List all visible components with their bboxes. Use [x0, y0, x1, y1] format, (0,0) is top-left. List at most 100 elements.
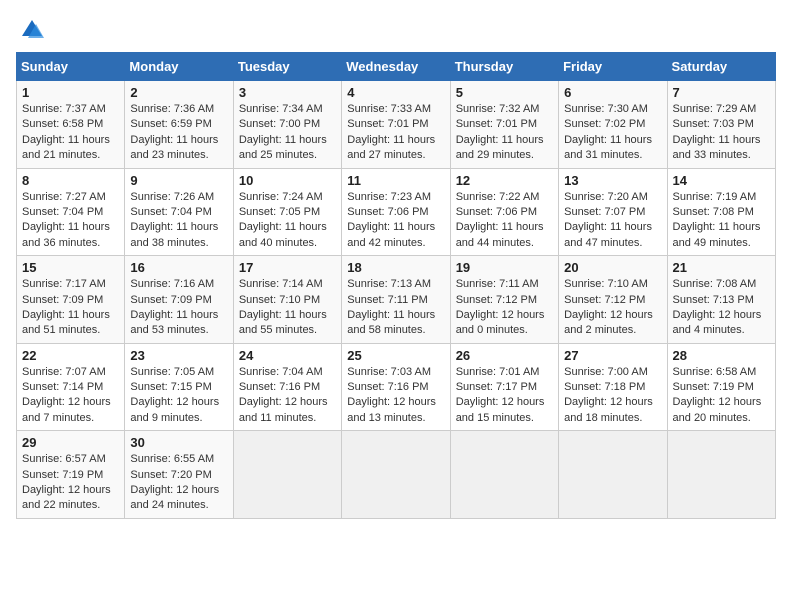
calendar-cell [233, 431, 341, 519]
calendar-cell: 13 Sunrise: 7:20 AMSunset: 7:07 PMDayligh… [559, 168, 667, 256]
day-number: 6 [564, 85, 661, 100]
calendar-cell: 5 Sunrise: 7:32 AMSunset: 7:01 PMDaylight… [450, 81, 558, 169]
day-info: Sunrise: 7:19 AMSunset: 7:08 PMDaylight:… [673, 191, 761, 249]
calendar-cell: 1 Sunrise: 7:37 AMSunset: 6:58 PMDaylight… [17, 81, 125, 169]
day-of-week-thursday: Thursday [450, 53, 558, 81]
day-info: Sunrise: 7:05 AMSunset: 7:15 PMDaylight:… [130, 366, 219, 424]
day-number: 15 [22, 260, 119, 275]
day-number: 27 [564, 348, 661, 363]
calendar-cell: 25 Sunrise: 7:03 AMSunset: 7:16 PMDayligh… [342, 343, 450, 431]
day-number: 21 [673, 260, 770, 275]
day-number: 5 [456, 85, 553, 100]
calendar-cell: 10 Sunrise: 7:24 AMSunset: 7:05 PMDayligh… [233, 168, 341, 256]
day-info: Sunrise: 6:57 AMSunset: 7:19 PMDaylight:… [22, 453, 111, 511]
calendar-cell: 17 Sunrise: 7:14 AMSunset: 7:10 PMDayligh… [233, 256, 341, 344]
calendar-cell: 14 Sunrise: 7:19 AMSunset: 7:08 PMDayligh… [667, 168, 775, 256]
day-info: Sunrise: 7:13 AMSunset: 7:11 PMDaylight:… [347, 278, 435, 336]
calendar-cell: 22 Sunrise: 7:07 AMSunset: 7:14 PMDayligh… [17, 343, 125, 431]
day-info: Sunrise: 7:17 AMSunset: 7:09 PMDaylight:… [22, 278, 110, 336]
day-of-week-tuesday: Tuesday [233, 53, 341, 81]
day-number: 7 [673, 85, 770, 100]
calendar-cell: 11Sunrise: 7:23 AMSunset: 7:06 PMDayligh… [342, 168, 450, 256]
day-info: Sunrise: 7:11 AMSunset: 7:12 PMDaylight:… [456, 278, 545, 336]
calendar-table: SundayMondayTuesdayWednesdayThursdayFrid… [16, 52, 776, 519]
logo [16, 16, 46, 44]
day-number: 1 [22, 85, 119, 100]
day-number: 3 [239, 85, 336, 100]
calendar-week-3: 15 Sunrise: 7:17 AMSunset: 7:09 PMDayligh… [17, 256, 776, 344]
day-info: Sunrise: 7:30 AMSunset: 7:02 PMDaylight:… [564, 103, 652, 161]
day-info: Sunrise: 7:36 AMSunset: 6:59 PMDaylight:… [130, 103, 218, 161]
calendar-cell: 19 Sunrise: 7:11 AMSunset: 7:12 PMDayligh… [450, 256, 558, 344]
day-number: 12 [456, 173, 553, 188]
calendar-cell: 30Sunrise: 6:55 AMSunset: 7:20 PMDayligh… [125, 431, 233, 519]
calendar-cell: 6 Sunrise: 7:30 AMSunset: 7:02 PMDaylight… [559, 81, 667, 169]
day-number: 13 [564, 173, 661, 188]
day-info: Sunrise: 7:03 AMSunset: 7:16 PMDaylight:… [347, 366, 436, 424]
days-of-week-row: SundayMondayTuesdayWednesdayThursdayFrid… [17, 53, 776, 81]
calendar-cell: 8Sunrise: 7:27 AMSunset: 7:04 PMDaylight… [17, 168, 125, 256]
calendar-cell: 24 Sunrise: 7:04 AMSunset: 7:16 PMDayligh… [233, 343, 341, 431]
calendar-cell: 21 Sunrise: 7:08 AMSunset: 7:13 PMDayligh… [667, 256, 775, 344]
day-number: 14 [673, 173, 770, 188]
day-info: Sunrise: 7:14 AMSunset: 7:10 PMDaylight:… [239, 278, 327, 336]
day-number: 10 [239, 173, 336, 188]
day-of-week-monday: Monday [125, 53, 233, 81]
calendar-week-2: 8Sunrise: 7:27 AMSunset: 7:04 PMDaylight… [17, 168, 776, 256]
day-number: 9 [130, 173, 227, 188]
day-number: 18 [347, 260, 444, 275]
day-of-week-friday: Friday [559, 53, 667, 81]
day-number: 17 [239, 260, 336, 275]
calendar-cell: 9Sunrise: 7:26 AMSunset: 7:04 PMDaylight… [125, 168, 233, 256]
calendar-cell: 27 Sunrise: 7:00 AMSunset: 7:18 PMDayligh… [559, 343, 667, 431]
day-info: Sunrise: 7:20 AMSunset: 7:07 PMDaylight:… [564, 191, 652, 249]
day-info: Sunrise: 7:37 AMSunset: 6:58 PMDaylight:… [22, 103, 110, 161]
calendar-cell: 12 Sunrise: 7:22 AMSunset: 7:06 PMDayligh… [450, 168, 558, 256]
day-number: 8 [22, 173, 119, 188]
day-number: 26 [456, 348, 553, 363]
calendar-cell: 4Sunrise: 7:33 AMSunset: 7:01 PMDaylight… [342, 81, 450, 169]
calendar-week-5: 29Sunrise: 6:57 AMSunset: 7:19 PMDayligh… [17, 431, 776, 519]
day-number: 28 [673, 348, 770, 363]
day-of-week-sunday: Sunday [17, 53, 125, 81]
calendar-cell [342, 431, 450, 519]
day-number: 22 [22, 348, 119, 363]
day-number: 4 [347, 85, 444, 100]
calendar-week-4: 22 Sunrise: 7:07 AMSunset: 7:14 PMDayligh… [17, 343, 776, 431]
calendar-week-1: 1 Sunrise: 7:37 AMSunset: 6:58 PMDaylight… [17, 81, 776, 169]
calendar-cell [450, 431, 558, 519]
day-number: 16 [130, 260, 227, 275]
calendar-cell [667, 431, 775, 519]
logo-icon [18, 16, 46, 44]
calendar-body: 1 Sunrise: 7:37 AMSunset: 6:58 PMDaylight… [17, 81, 776, 519]
day-info: Sunrise: 6:58 AMSunset: 7:19 PMDaylight:… [673, 366, 762, 424]
calendar-cell: 2 Sunrise: 7:36 AMSunset: 6:59 PMDaylight… [125, 81, 233, 169]
calendar-cell: 3 Sunrise: 7:34 AMSunset: 7:00 PMDaylight… [233, 81, 341, 169]
day-of-week-wednesday: Wednesday [342, 53, 450, 81]
calendar-cell: 28 Sunrise: 6:58 AMSunset: 7:19 PMDayligh… [667, 343, 775, 431]
day-info: Sunrise: 7:00 AMSunset: 7:18 PMDaylight:… [564, 366, 653, 424]
calendar-cell: 15 Sunrise: 7:17 AMSunset: 7:09 PMDayligh… [17, 256, 125, 344]
day-number: 2 [130, 85, 227, 100]
day-info: Sunrise: 7:10 AMSunset: 7:12 PMDaylight:… [564, 278, 653, 336]
day-of-week-saturday: Saturday [667, 53, 775, 81]
day-info: Sunrise: 7:32 AMSunset: 7:01 PMDaylight:… [456, 103, 544, 161]
day-number: 25 [347, 348, 444, 363]
calendar-cell: 26 Sunrise: 7:01 AMSunset: 7:17 PMDayligh… [450, 343, 558, 431]
day-number: 23 [130, 348, 227, 363]
day-info: Sunrise: 7:16 AMSunset: 7:09 PMDaylight:… [130, 278, 218, 336]
day-number: 19 [456, 260, 553, 275]
day-info: Sunrise: 7:04 AMSunset: 7:16 PMDaylight:… [239, 366, 328, 424]
calendar-cell: 7Sunrise: 7:29 AMSunset: 7:03 PMDaylight… [667, 81, 775, 169]
day-info: Sunrise: 7:07 AMSunset: 7:14 PMDaylight:… [22, 366, 111, 424]
day-number: 24 [239, 348, 336, 363]
calendar-cell [559, 431, 667, 519]
day-info: Sunrise: 7:22 AMSunset: 7:06 PMDaylight:… [456, 191, 544, 249]
day-info: Sunrise: 7:24 AMSunset: 7:05 PMDaylight:… [239, 191, 327, 249]
day-info: Sunrise: 7:08 AMSunset: 7:13 PMDaylight:… [673, 278, 762, 336]
day-info: Sunrise: 7:23 AMSunset: 7:06 PMDaylight:… [347, 191, 435, 249]
day-info: Sunrise: 7:34 AMSunset: 7:00 PMDaylight:… [239, 103, 327, 161]
day-info: Sunrise: 7:01 AMSunset: 7:17 PMDaylight:… [456, 366, 545, 424]
day-number: 20 [564, 260, 661, 275]
day-info: Sunrise: 6:55 AMSunset: 7:20 PMDaylight:… [130, 453, 219, 511]
